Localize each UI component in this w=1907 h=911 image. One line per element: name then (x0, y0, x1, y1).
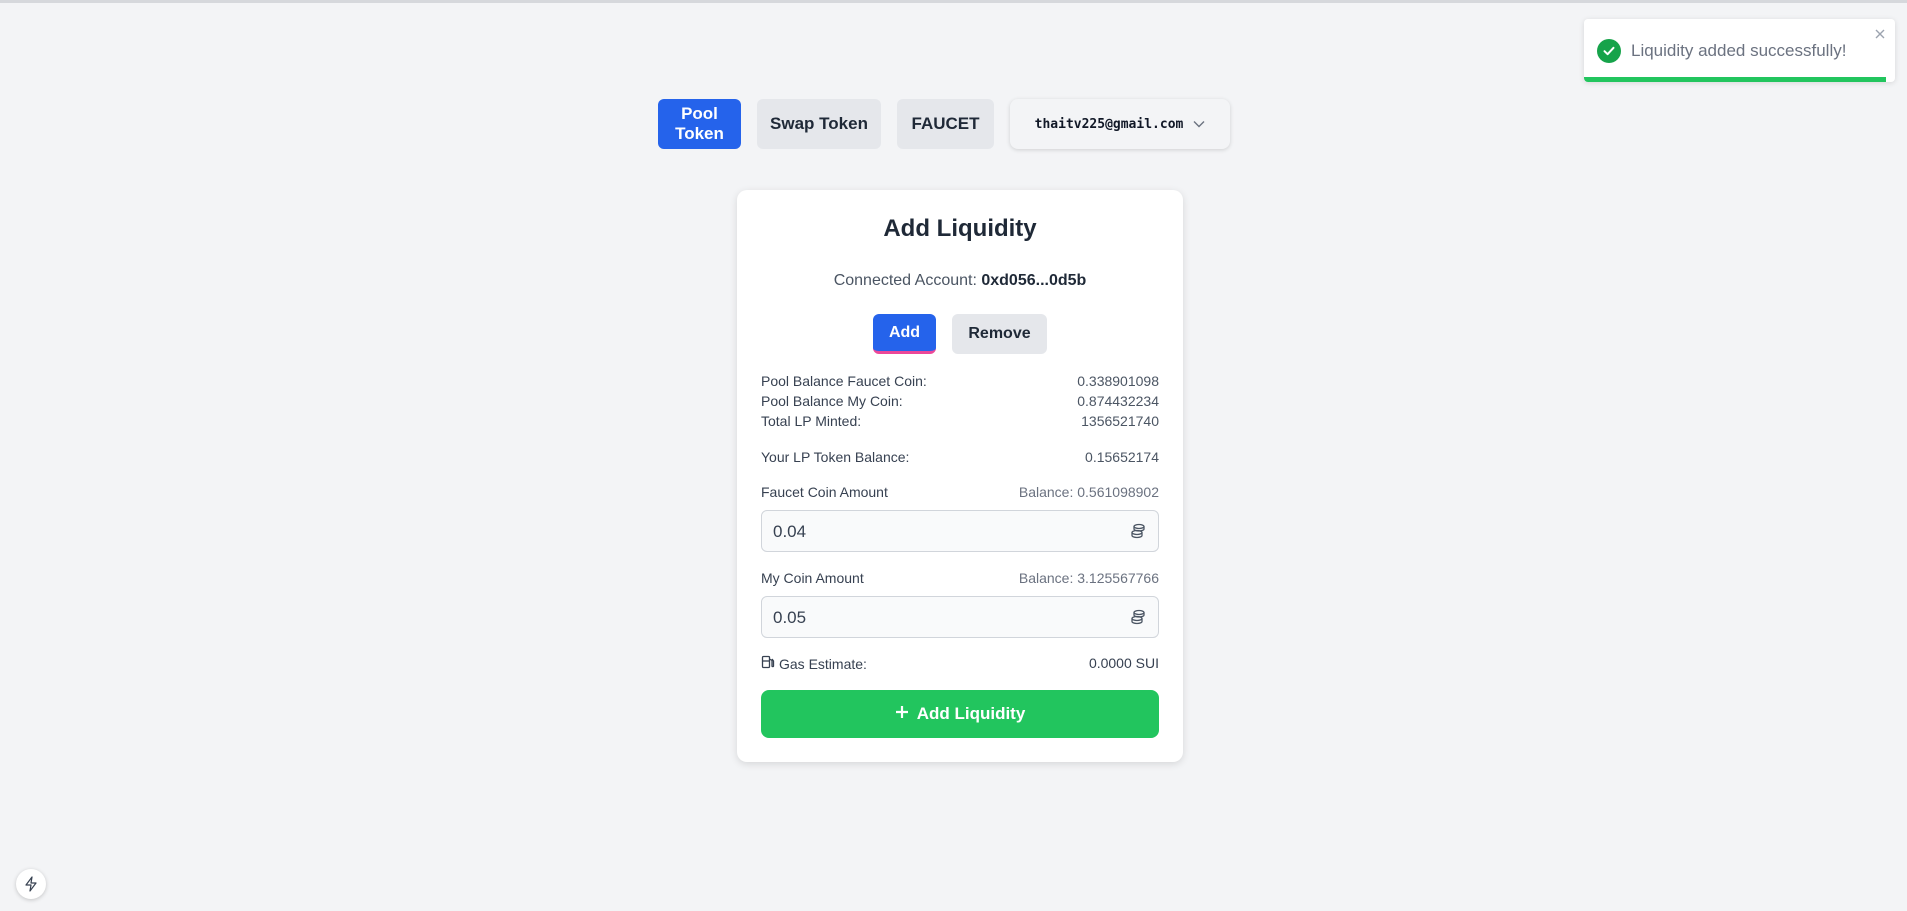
gas-estimate-value: 0.0000 SUI (1088, 655, 1159, 671)
stat-row: Pool Balance Faucet Coin: 0.338901098 (761, 373, 1159, 389)
coins-icon (1130, 609, 1146, 630)
mycoin-amount-label: My Coin Amount (761, 570, 864, 586)
faucet-amount-header: Faucet Coin Amount Balance: 0.561098902 (761, 484, 1159, 500)
stat-label: Pool Balance My Coin: (761, 393, 903, 409)
faucet-amount-field (761, 510, 1159, 553)
mode-toggle: Add Remove (873, 314, 1047, 354)
stat-label: Total LP Minted: (761, 413, 862, 429)
chevron-down-icon (1193, 120, 1205, 128)
stat-label: Pool Balance Faucet Coin: (761, 373, 927, 389)
toast-progress-bar (1584, 77, 1886, 82)
account-dropdown[interactable]: thaitv225@gmail.com (1010, 99, 1230, 149)
close-icon[interactable] (1873, 27, 1887, 41)
top-nav: Pool Token Swap Token FAUCET thaitv225@g… (658, 99, 1230, 149)
add-mode-button[interactable]: Add (873, 314, 936, 354)
plus-icon (895, 704, 917, 724)
lp-balance-row: Your LP Token Balance: 0.15652174 (761, 449, 1159, 465)
connected-account-address: 0xd056...0d5b (981, 272, 1087, 289)
coins-icon (1130, 523, 1146, 544)
stat-row: Total LP Minted: 1356521740 (761, 413, 1159, 429)
top-border (0, 0, 1907, 3)
mycoin-amount-input[interactable] (771, 597, 1115, 639)
faucet-amount-label: Faucet Coin Amount (761, 484, 888, 500)
stat-row: Pool Balance My Coin: 0.874432234 (761, 393, 1159, 409)
faucet-balance: Balance: 0.561098902 (1018, 484, 1159, 500)
mycoin-balance: Balance: 3.125567766 (1018, 570, 1159, 586)
faucet-tab[interactable]: FAUCET (897, 99, 994, 149)
gas-estimate-row: Gas Estimate: 0.0000 SUI (761, 655, 1159, 672)
lp-balance-value: 0.15652174 (1085, 449, 1159, 465)
faucet-amount-input[interactable] (771, 511, 1115, 553)
add-liquidity-label: Add Liquidity (916, 704, 1026, 723)
remove-mode-button[interactable]: Remove (952, 314, 1047, 354)
gas-pump-icon (761, 655, 779, 672)
check-circle-icon (1597, 39, 1621, 63)
card-title: Add Liquidity (883, 215, 1037, 242)
add-liquidity-card: Add Liquidity Connected Account: 0xd056.… (737, 190, 1183, 762)
bolt-icon[interactable] (16, 869, 46, 899)
success-toast: Liquidity added successfully! (1584, 19, 1895, 82)
gas-estimate-label: Gas Estimate: (779, 655, 867, 672)
mycoin-amount-header: My Coin Amount Balance: 3.125567766 (761, 570, 1159, 586)
connected-account: Connected Account: 0xd056...0d5b (737, 272, 1183, 290)
swap-token-tab[interactable]: Swap Token (757, 99, 881, 149)
connected-account-label: Connected Account: (833, 272, 977, 289)
pool-token-tab[interactable]: Pool Token (658, 99, 741, 149)
add-liquidity-button[interactable]: Add Liquidity (761, 690, 1159, 738)
stat-value: 1356521740 (1081, 413, 1159, 429)
stat-value: 0.874432234 (1077, 393, 1159, 409)
mycoin-amount-field (761, 596, 1159, 639)
lp-balance-label: Your LP Token Balance: (761, 449, 910, 465)
stat-value: 0.338901098 (1077, 373, 1159, 389)
account-email: thaitv225@gmail.com (1034, 116, 1184, 132)
gas-estimate-label-group: Gas Estimate: (761, 655, 867, 672)
toast-message: Liquidity added successfully! (1631, 41, 1847, 60)
